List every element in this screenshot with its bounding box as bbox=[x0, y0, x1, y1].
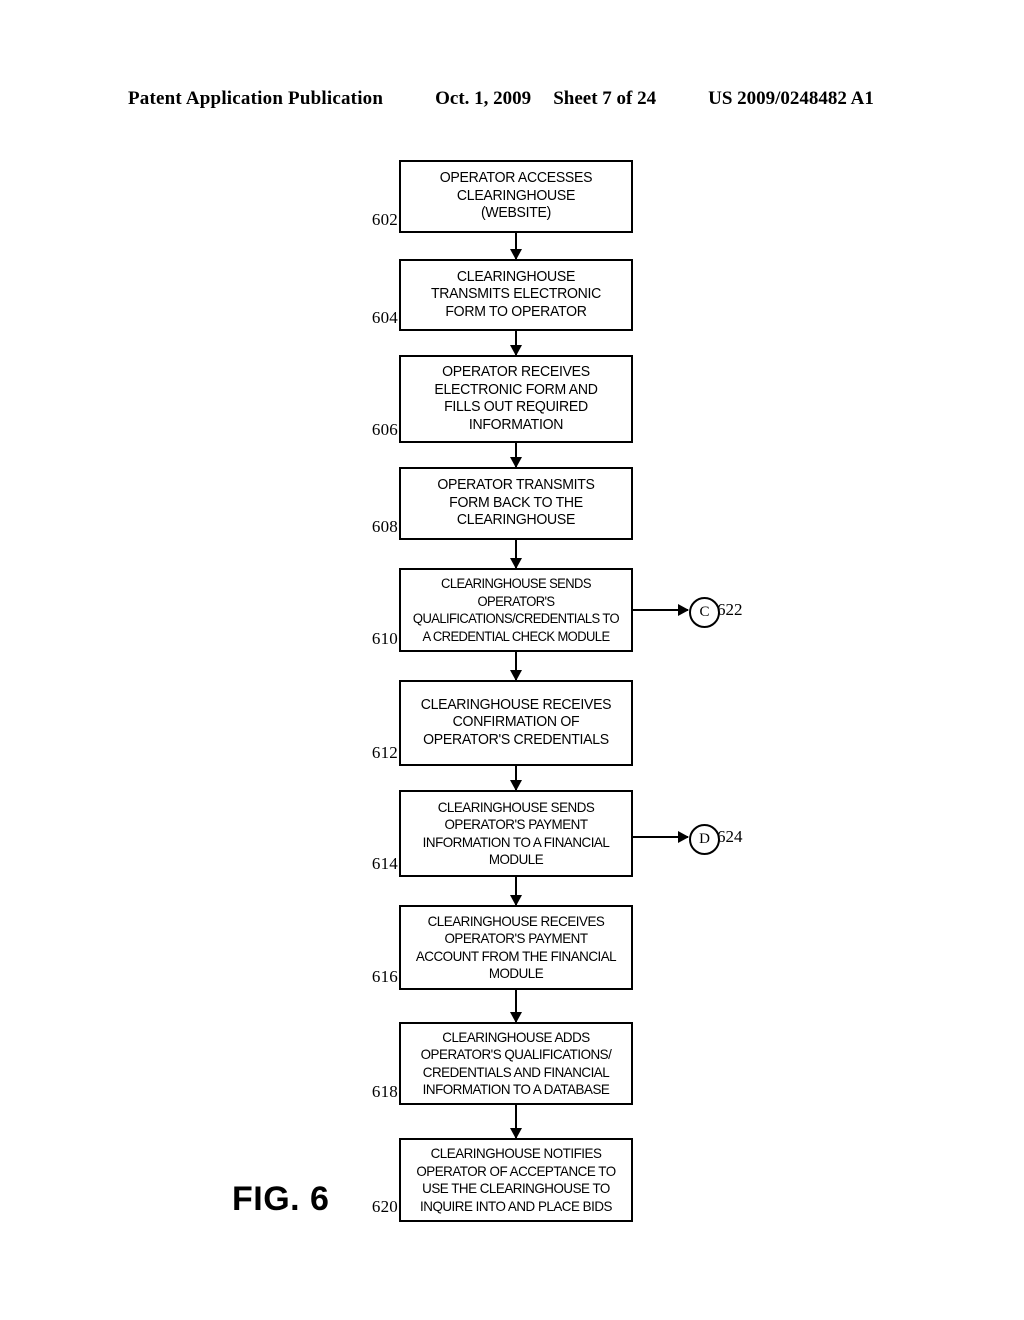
flow-step-618: CLEARINGHOUSE ADDS OPERATOR'S QUALIFICAT… bbox=[399, 1022, 633, 1105]
flow-step-620-text: CLEARINGHOUSE NOTIFIES OPERATOR OF ACCEP… bbox=[416, 1146, 616, 1214]
ref-numeral-622: 622 bbox=[717, 600, 743, 619]
arrow-610-to-connector-c bbox=[633, 609, 688, 611]
ref-numeral-614: 614 bbox=[371, 854, 398, 873]
flow-step-618-text: CLEARINGHOUSE ADDS OPERATOR'S QUALIFICAT… bbox=[420, 1029, 612, 1098]
flow-step-602: OPERATOR ACCESSES CLEARINGHOUSE (WEBSITE… bbox=[399, 160, 633, 233]
connector-c-symbol: C bbox=[699, 604, 710, 620]
flow-step-616-text: CLEARINGHOUSE RECEIVES OPERATOR'S PAYMEN… bbox=[415, 913, 617, 982]
flow-step-604: CLEARINGHOUSE TRANSMITS ELECTRONIC FORM … bbox=[399, 259, 633, 331]
arrow-602-to-604 bbox=[515, 233, 517, 259]
flow-step-608-text: OPERATOR TRANSMITS FORM BACK TO THE CLEA… bbox=[437, 477, 595, 529]
flow-step-604-text: CLEARINGHOUSE TRANSMITS ELECTRONIC FORM … bbox=[430, 268, 601, 320]
arrow-604-to-606 bbox=[515, 331, 517, 355]
ref-numeral-604: 604 bbox=[371, 308, 398, 327]
flow-step-612: CLEARINGHOUSE RECEIVES CONFIRMATION OF O… bbox=[399, 680, 633, 766]
ref-numeral-620: 620 bbox=[371, 1197, 398, 1216]
flow-step-614-text: CLEARINGHOUSE SENDS OPERATOR'S PAYMENT I… bbox=[422, 799, 610, 868]
ref-numeral-612: 612 bbox=[371, 743, 398, 762]
flow-step-608: OPERATOR TRANSMITS FORM BACK TO THE CLEA… bbox=[399, 467, 633, 540]
flow-step-602-text: OPERATOR ACCESSES CLEARINGHOUSE (WEBSITE… bbox=[439, 170, 593, 222]
arrow-616-to-618 bbox=[515, 990, 517, 1022]
flow-step-610-text: CLEARINGHOUSE SENDS OPERATOR'S QUALIFICA… bbox=[412, 576, 620, 644]
ref-numeral-608: 608 bbox=[371, 517, 398, 536]
arrow-614-to-connector-d bbox=[633, 836, 688, 838]
connector-c-circle: C bbox=[689, 597, 720, 628]
flow-step-606: OPERATOR RECEIVES ELECTRONIC FORM AND FI… bbox=[399, 355, 633, 443]
flow-step-612-text: CLEARINGHOUSE RECEIVES CONFIRMATION OF O… bbox=[420, 696, 612, 748]
flow-step-614: CLEARINGHOUSE SENDS OPERATOR'S PAYMENT I… bbox=[399, 790, 633, 877]
figure-caption: FIG. 6 bbox=[232, 1180, 330, 1218]
ref-numeral-602: 602 bbox=[371, 210, 398, 229]
arrow-614-to-616 bbox=[515, 877, 517, 905]
arrow-618-to-620 bbox=[515, 1105, 517, 1138]
connector-d-symbol: D bbox=[699, 831, 710, 847]
flow-step-620: CLEARINGHOUSE NOTIFIES OPERATOR OF ACCEP… bbox=[399, 1138, 633, 1222]
arrow-612-to-614 bbox=[515, 766, 517, 790]
ref-numeral-624: 624 bbox=[717, 827, 743, 846]
ref-numeral-610: 610 bbox=[371, 629, 398, 648]
ref-numeral-616: 616 bbox=[371, 967, 398, 986]
arrow-606-to-608 bbox=[515, 443, 517, 467]
flowchart-figure-6: OPERATOR ACCESSES CLEARINGHOUSE (WEBSITE… bbox=[0, 0, 1024, 1320]
flow-step-606-text: OPERATOR RECEIVES ELECTRONIC FORM AND FI… bbox=[434, 364, 598, 433]
arrow-610-to-612 bbox=[515, 652, 517, 680]
flow-step-610: CLEARINGHOUSE SENDS OPERATOR'S QUALIFICA… bbox=[399, 568, 633, 652]
flow-step-616: CLEARINGHOUSE RECEIVES OPERATOR'S PAYMEN… bbox=[399, 905, 633, 990]
arrow-608-to-610 bbox=[515, 540, 517, 568]
ref-numeral-618: 618 bbox=[371, 1082, 398, 1101]
ref-numeral-606: 606 bbox=[371, 420, 398, 439]
connector-d-circle: D bbox=[689, 824, 720, 855]
